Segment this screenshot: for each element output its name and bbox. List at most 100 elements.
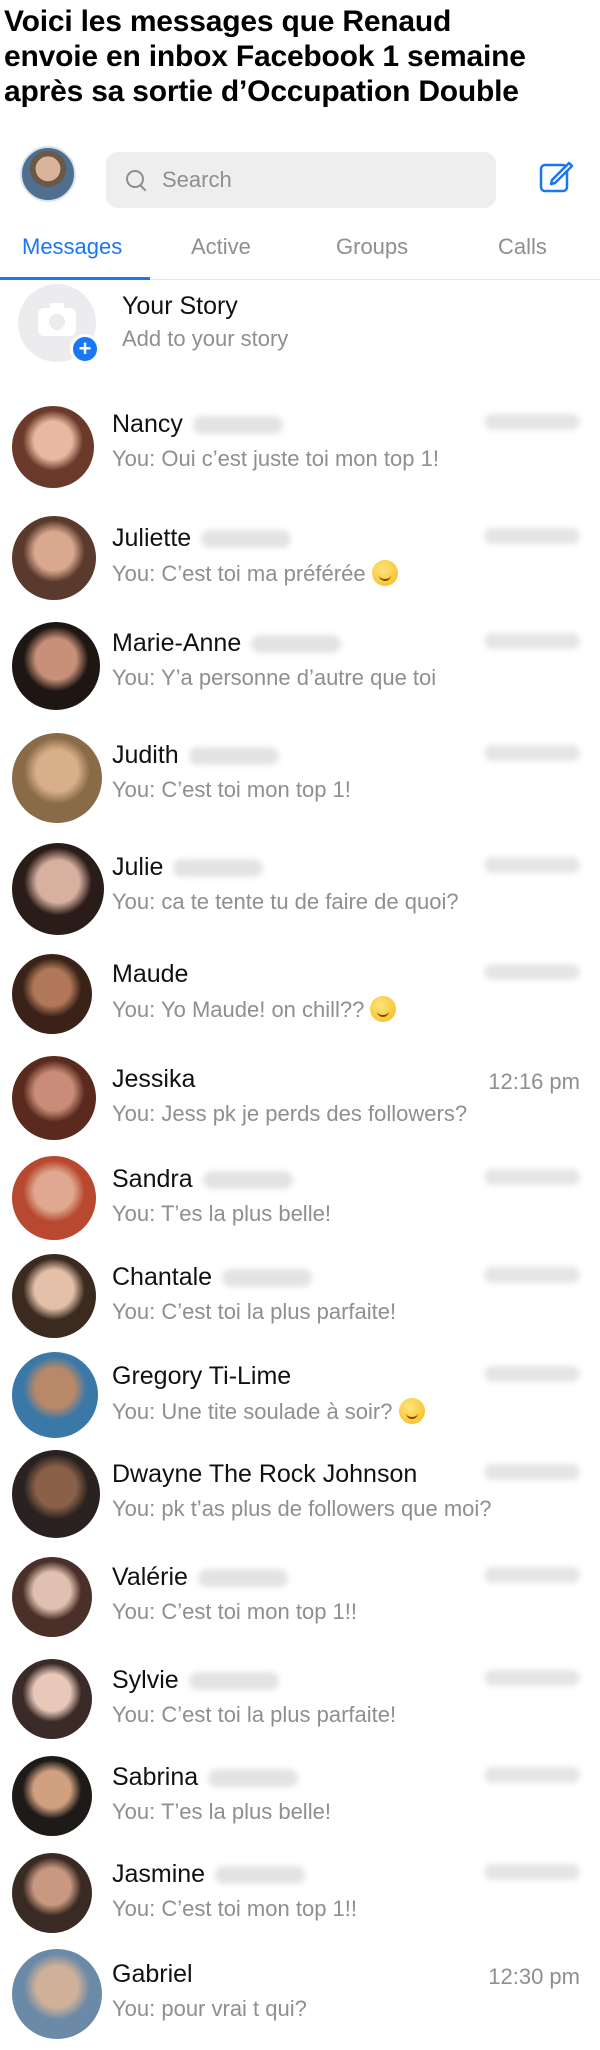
conversation-row[interactable]: Sandra You: T’es la plus belle! <box>0 1149 600 1247</box>
message-timestamp <box>484 964 580 980</box>
message-preview: You: Oui c’est juste toi mon top 1! <box>112 446 439 472</box>
conversation-row[interactable]: Marie-Anne You: Y’a personne d’autre que … <box>0 611 600 721</box>
message-timestamp <box>484 414 580 430</box>
contact-name-text: Marie-Anne <box>112 629 242 657</box>
message-timestamp <box>484 745 580 761</box>
contact-name: Chantale <box>112 1263 313 1292</box>
blurred-surname <box>202 1171 293 1190</box>
search-input[interactable]: Search <box>106 152 496 208</box>
blurred-surname <box>197 1569 288 1588</box>
conversation-row[interactable]: Sylvie You: C’est toi la plus parfaite! <box>0 1650 600 1747</box>
contact-name-text: Valérie <box>112 1563 188 1591</box>
message-timestamp <box>484 1267 580 1283</box>
story-title: Your Story <box>122 292 238 320</box>
contact-name: Gregory Ti-Lime <box>112 1362 291 1391</box>
conversation-row[interactable]: Chantale You: C’est toi la plus parfaite! <box>0 1247 600 1345</box>
message-timestamp <box>484 1670 580 1686</box>
conversation-row[interactable]: Valérie You: C’est toi mon top 1!! <box>0 1547 600 1647</box>
contact-name: Sabrina <box>112 1763 299 1792</box>
message-timestamp <box>484 857 580 873</box>
slight-smile-emoji <box>371 560 398 586</box>
tab-calls[interactable]: Calls <box>498 234 547 260</box>
contact-name-text: Maude <box>112 960 189 988</box>
message-preview-text: You: C’est toi ma préférée <box>112 561 366 586</box>
contact-name: Jasmine <box>112 1860 306 1889</box>
message-preview: You: C’est toi ma préférée <box>112 560 398 587</box>
your-story-row[interactable]: + Your Story Add to your story <box>0 280 600 376</box>
message-preview: You: C’est toi mon top 1! <box>112 777 351 803</box>
contact-name-text: Nancy <box>112 410 183 438</box>
blurred-surname <box>208 1769 299 1788</box>
contact-name-text: Juliette <box>112 524 192 552</box>
contact-name-text: Jasmine <box>112 1860 206 1888</box>
tab-active[interactable]: Active <box>191 234 251 260</box>
message-preview: You: T’es la plus belle! <box>112 1201 331 1227</box>
contact-name: Valérie <box>112 1563 288 1592</box>
message-timestamp: 12:30 pm <box>488 1964 580 1989</box>
tab-groups[interactable]: Groups <box>336 234 408 260</box>
avatar <box>12 622 100 710</box>
blurred-surname <box>201 530 292 549</box>
profile-avatar[interactable] <box>20 146 76 202</box>
message-preview: You: Jess pk je perds des followers? <box>112 1101 467 1127</box>
message-preview-text: You: Oui c’est juste toi mon top 1! <box>112 446 439 471</box>
message-timestamp <box>484 1864 580 1880</box>
compose-icon[interactable] <box>538 158 574 194</box>
contact-name-text: Gregory Ti-Lime <box>112 1362 292 1390</box>
message-preview: You: C’est toi mon top 1!! <box>112 1896 357 1922</box>
message-timestamp <box>484 1767 580 1783</box>
message-preview-text: You: pk t’as plus de followers que moi? <box>112 1496 492 1521</box>
conversation-row[interactable]: Julie You: ca te tente tu de faire de quo… <box>0 836 600 941</box>
contact-name: Nancy <box>112 410 283 439</box>
message-preview-text: You: Une tite soulade à soir? <box>112 1399 393 1424</box>
avatar <box>12 1659 92 1739</box>
message-preview-text: You: T’es la plus belle! <box>112 1201 331 1226</box>
headline-line-1: Voici les messages que Renaud <box>4 5 452 38</box>
contact-name: Julie <box>112 853 264 882</box>
conversation-row[interactable]: Gabriel You: pour vrai t qui? 12:30 pm <box>0 1944 600 2044</box>
tab-bar: Messages Active Groups Calls <box>0 222 600 280</box>
contact-name-text: Chantale <box>112 1263 213 1291</box>
message-preview-text: You: Yo Maude! on chill?? <box>112 997 365 1022</box>
contact-name-text: Judith <box>112 741 179 769</box>
contact-name: Jessika <box>112 1065 195 1094</box>
contact-name: Sylvie <box>112 1666 279 1695</box>
headline: Voici les messages que Renaud envoie en … <box>4 4 598 112</box>
conversation-row[interactable]: Jasmine You: C’est toi mon top 1!! <box>0 1844 600 1942</box>
blurred-surname <box>173 859 264 878</box>
conversation-row[interactable]: Maude You: Yo Maude! on chill?? <box>0 944 600 1044</box>
avatar <box>12 1853 92 1933</box>
conversation-row[interactable]: Nancy You: Oui c’est juste toi mon top 1! <box>0 392 600 502</box>
message-preview: You: Une tite soulade à soir? <box>112 1398 425 1425</box>
avatar <box>12 1557 92 1637</box>
conversation-row[interactable]: Gregory Ti-Lime You: Une tite soulade à s… <box>0 1346 600 1444</box>
contact-name: Juliette <box>112 524 292 553</box>
search-placeholder: Search <box>162 167 232 192</box>
headline-line-2: envoie en inbox Facebook 1 semaine <box>4 40 526 73</box>
contact-name-text: Dwayne The Rock Johnson <box>112 1460 418 1488</box>
blurred-surname <box>188 747 279 766</box>
contact-name-text: Gabriel <box>112 1960 193 1988</box>
contact-name-text: Sylvie <box>112 1666 179 1694</box>
tab-messages[interactable]: Messages <box>22 234 122 260</box>
avatar <box>12 1450 100 1538</box>
blurred-surname <box>192 416 283 435</box>
message-preview-text: You: Y’a personne d’autre que toi <box>112 665 437 690</box>
contact-name: Sandra <box>112 1165 293 1194</box>
message-timestamp <box>484 1366 580 1382</box>
conversation-row[interactable]: Jessika You: Jess pk je perds des followe… <box>0 1049 600 1147</box>
blurred-surname <box>188 1672 279 1691</box>
message-preview: You: T’es la plus belle! <box>112 1799 331 1825</box>
message-preview-text: You: ca te tente tu de faire de quoi? <box>112 889 459 914</box>
contact-name: Dwayne The Rock Johnson <box>112 1460 417 1489</box>
blurred-surname <box>251 635 342 654</box>
message-preview-text: You: T’es la plus belle! <box>112 1799 331 1824</box>
conversation-row[interactable]: Judith You: C’est toi mon top 1! <box>0 723 600 833</box>
conversation-row[interactable]: Juliette You: C’est toi ma préférée <box>0 508 600 608</box>
avatar <box>12 1756 92 1836</box>
avatar <box>12 1156 96 1240</box>
avatar <box>12 406 94 488</box>
blurred-surname <box>222 1269 313 1288</box>
conversation-row[interactable]: Dwayne The Rock Johnson You: pk t’as plus… <box>0 1444 600 1544</box>
conversation-row[interactable]: Sabrina You: T’es la plus belle! <box>0 1747 600 1844</box>
